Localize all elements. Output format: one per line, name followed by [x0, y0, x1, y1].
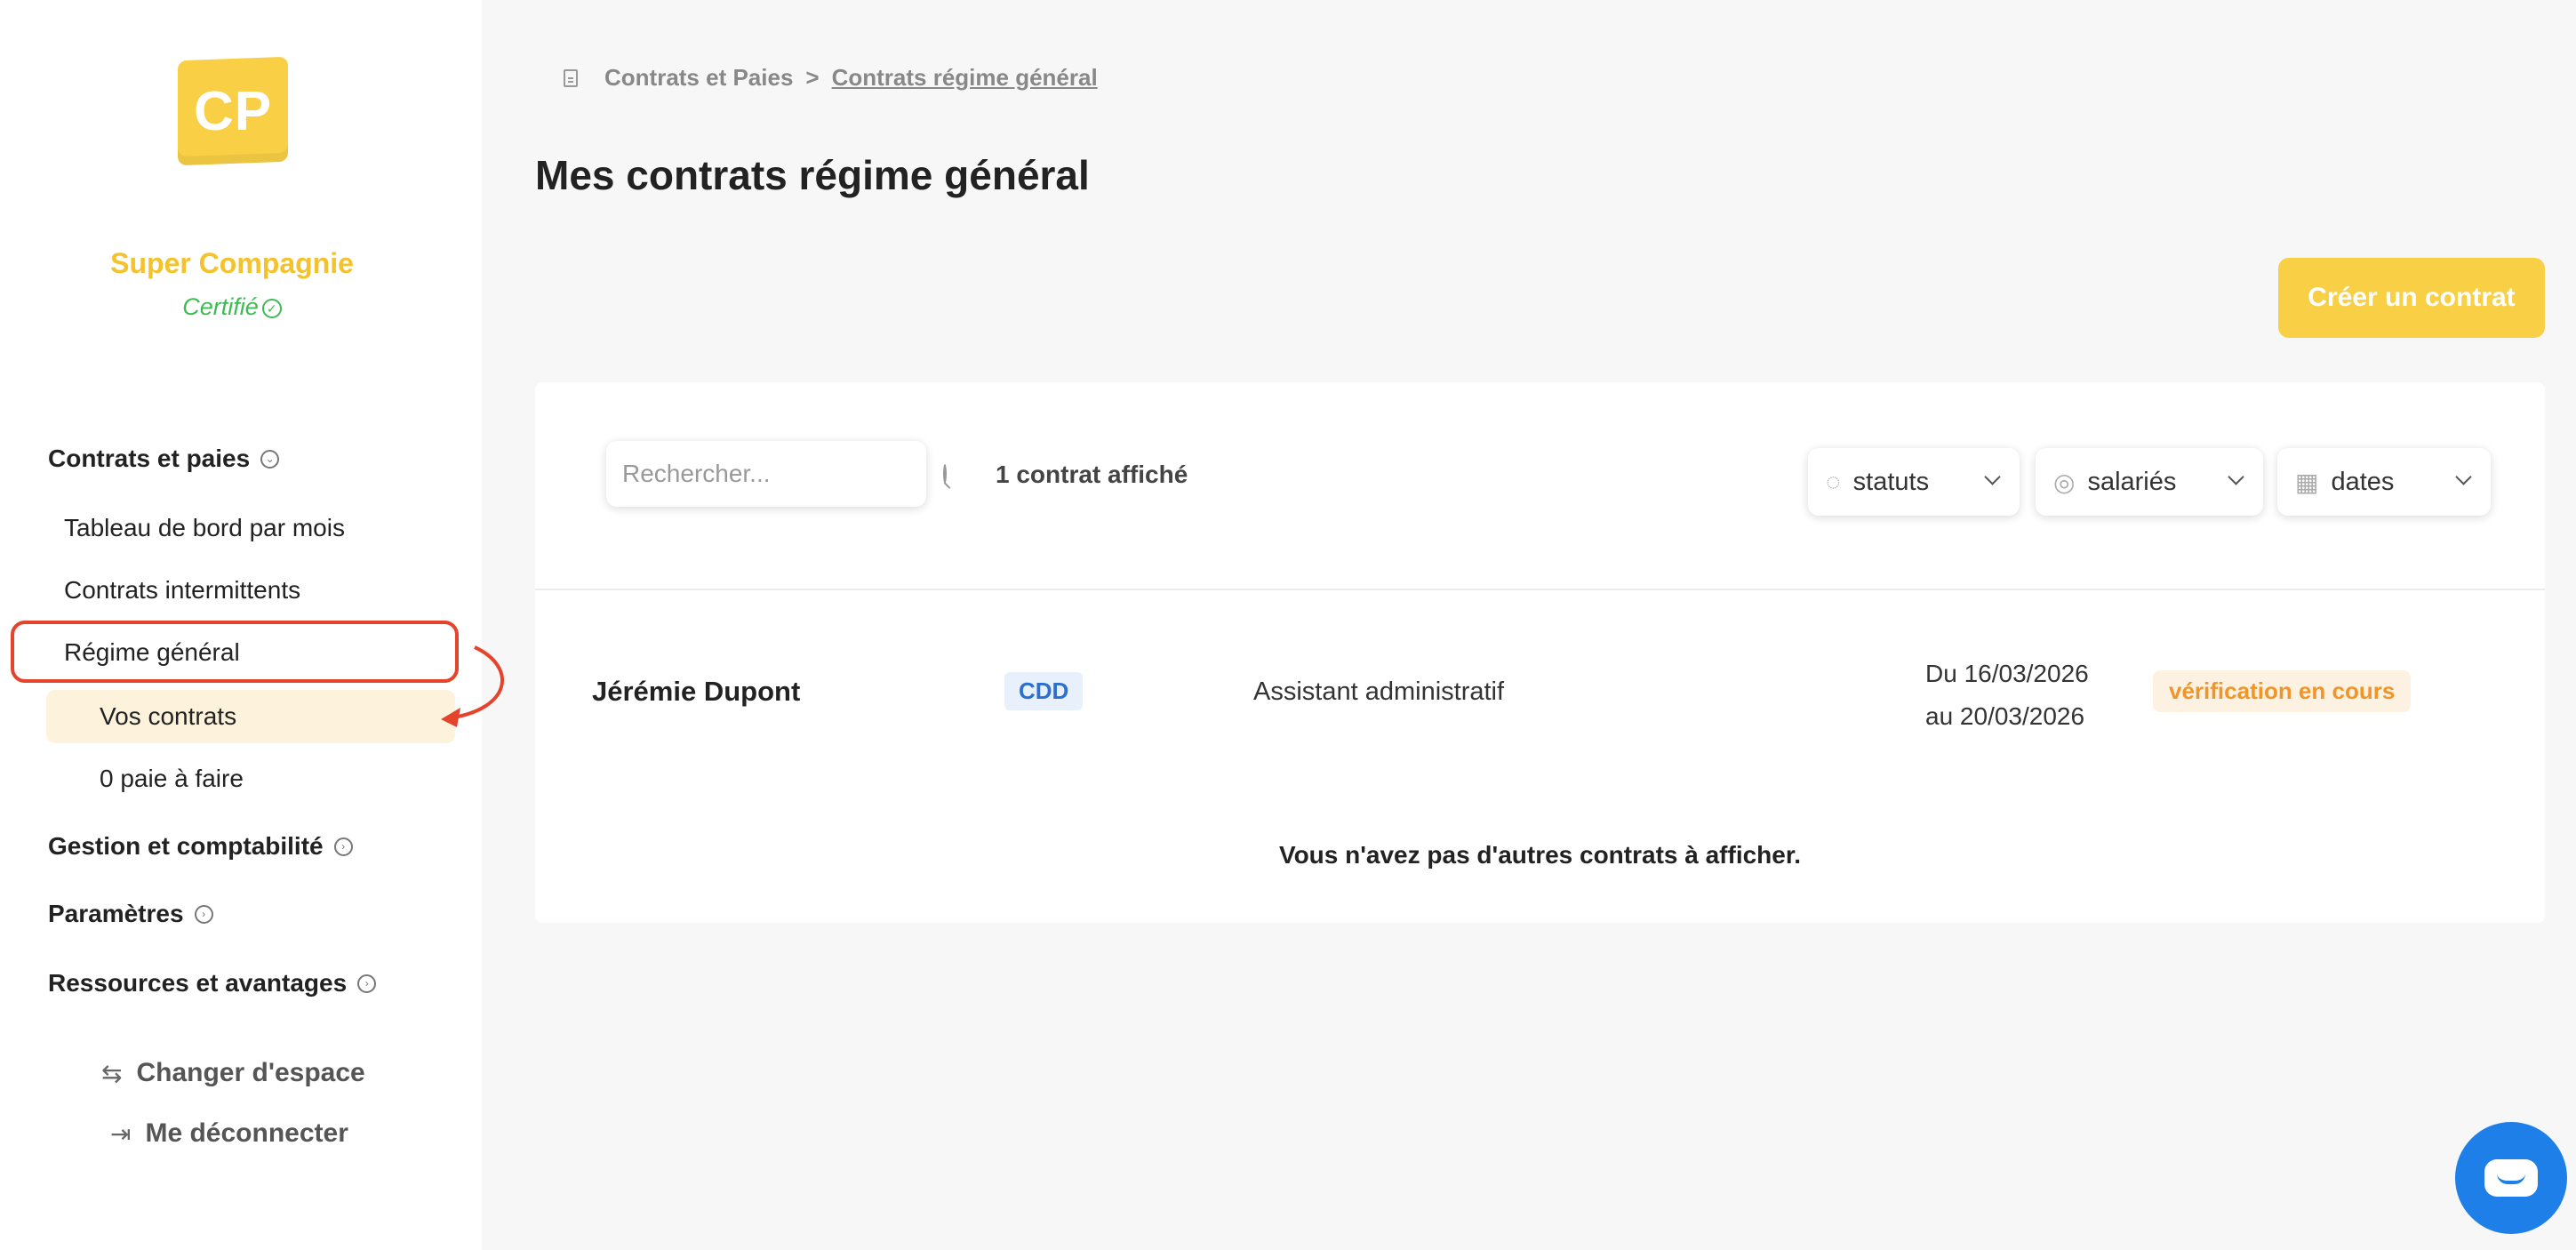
search-field[interactable]	[606, 441, 947, 507]
employees-filter-label: salariés	[2087, 467, 2177, 496]
breadcrumb-current[interactable]: Contrats régime général	[832, 64, 1098, 92]
sidebar-item-dashboard[interactable]: Tableau de bord par mois	[64, 514, 345, 542]
sidebar: CP Super Compagnie Certifié ✓ Contrats et…	[0, 0, 505, 1250]
switch-space-label: Changer d'espace	[136, 1058, 365, 1087]
dates-filter-label: dates	[2331, 467, 2395, 496]
nav-section-label: Contrats et paies	[48, 445, 251, 472]
nav-section-contracts[interactable]: Contrats et paies ⌄	[48, 445, 280, 473]
breadcrumb-parent[interactable]: Contrats et Paies	[604, 64, 793, 92]
chat-bubble-icon	[2484, 1159, 2538, 1197]
employees-filter-dropdown[interactable]: ◎ salariés	[2036, 448, 2263, 516]
logout-link[interactable]: ⇥ Me déconnecter	[110, 1118, 348, 1149]
divider	[535, 589, 2545, 590]
nav-section-settings[interactable]: Paramètres ›	[48, 900, 213, 928]
contract-dates: Du 16/03/2026 au 20/03/2026	[1925, 653, 2089, 738]
switch-space-link[interactable]: ⇆ Changer d'espace	[101, 1058, 365, 1088]
certified-text: Certifié	[182, 293, 259, 320]
document-icon	[564, 68, 578, 87]
breadcrumb-separator: >	[805, 64, 820, 91]
search-input[interactable]	[622, 460, 943, 488]
status-filter-dropdown[interactable]: ◌ statuts	[1808, 448, 2020, 516]
chevron-down-icon	[2228, 469, 2244, 485]
logout-label: Me déconnecter	[145, 1118, 348, 1148]
nav-section-management[interactable]: Gestion et comptabilité ›	[48, 832, 353, 861]
sidebar-item-general[interactable]: Régime général	[64, 638, 240, 667]
status-filter-label: statuts	[1852, 467, 1930, 496]
chevron-down-icon	[2455, 469, 2472, 485]
swap-arrows-icon: ⇆	[101, 1059, 123, 1087]
page-title: Mes contrats régime général	[535, 152, 1090, 198]
chevron-right-icon: ›	[333, 837, 353, 856]
company-logo: CP	[178, 56, 288, 166]
check-circle-icon: ◌	[1826, 468, 1841, 495]
nav-section-resources[interactable]: Ressources et avantages ›	[48, 969, 377, 998]
chevron-down-icon: ⌄	[260, 449, 280, 469]
logout-icon: ⇥	[110, 1119, 132, 1148]
company-name: Super Compagnie	[110, 247, 354, 279]
annotation-arrow-icon	[441, 645, 505, 727]
employee-name[interactable]: Jérémie Dupont	[592, 676, 800, 708]
search-icon[interactable]	[943, 464, 947, 484]
sidebar-item-your-contracts[interactable]: Vos contrats	[100, 702, 236, 731]
nav-section-label: Gestion et comptabilité	[48, 832, 324, 860]
status-badge: vérification en cours	[2153, 670, 2412, 712]
contracts-card: 1 contrat affiché ◌ statuts ◎ salariés ▦…	[535, 382, 2545, 923]
chevron-right-icon: ›	[357, 974, 377, 993]
check-circle-icon: ✓	[261, 299, 282, 318]
certified-label: Certifié ✓	[0, 293, 464, 321]
create-contract-button[interactable]: Créer un contrat	[2278, 258, 2545, 338]
nav-section-label: Ressources et avantages	[48, 969, 348, 997]
empty-note: Vous n'avez pas d'autres contrats à affi…	[1278, 841, 1801, 869]
contract-count: 1 contrat affiché	[996, 461, 1188, 488]
chat-button[interactable]	[2455, 1122, 2567, 1234]
date-from: Du 16/03/2026	[1925, 660, 2089, 687]
logo-text: CP	[193, 80, 273, 142]
contract-type-badge: CDD	[1004, 672, 1084, 710]
sidebar-item-intermittent[interactable]: Contrats intermittents	[64, 576, 300, 605]
job-title: Assistant administratif	[1253, 677, 1505, 706]
calendar-icon: ▦	[2295, 468, 2319, 496]
chevron-right-icon: ›	[194, 904, 213, 924]
sidebar-item-payslips[interactable]: 0 paie à faire	[100, 765, 244, 793]
date-to: au 20/03/2026	[1925, 702, 2085, 730]
user-circle-icon: ◎	[2053, 468, 2076, 496]
dates-filter-dropdown[interactable]: ▦ dates	[2277, 448, 2491, 516]
breadcrumb: Contrats et Paies > Contrats régime géné…	[564, 64, 1098, 92]
chevron-down-icon	[1984, 469, 2001, 485]
nav-section-label: Paramètres	[48, 900, 184, 927]
